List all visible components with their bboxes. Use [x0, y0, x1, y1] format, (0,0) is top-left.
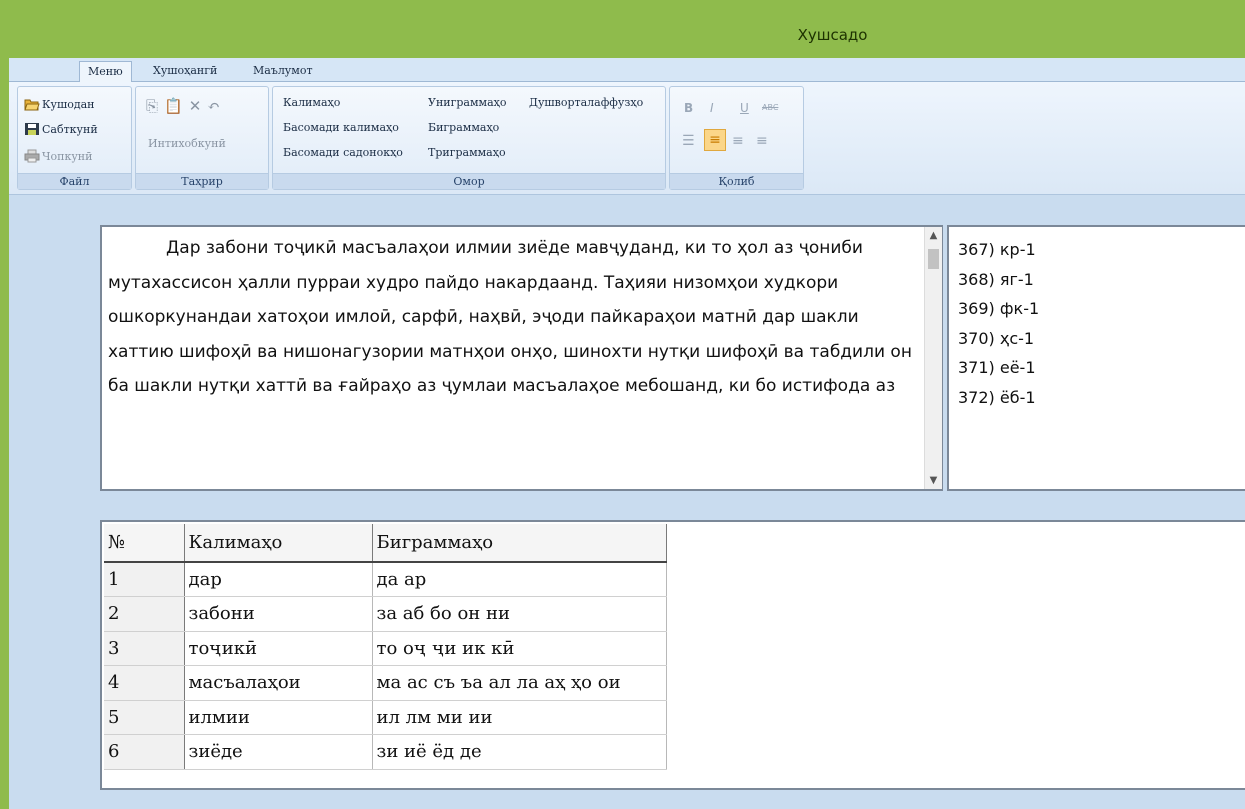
trigrams-button[interactable]: Триграммаҳо [428, 146, 506, 160]
tab-info[interactable]: Маълумот [245, 61, 321, 82]
delete-icon[interactable]: ✕ [189, 97, 202, 115]
bold-button[interactable]: B [684, 101, 693, 115]
row-number: 2 [104, 596, 185, 632]
scroll-down-icon[interactable]: ▼ [925, 472, 942, 489]
word-cell: тоҷикӣ [184, 631, 373, 666]
results-table-panel: № Калимаҳо Биграммаҳо 1 дар да ар 2 забо… [100, 520, 1245, 790]
bigrams-cell: ил лм ми ии [372, 700, 667, 735]
paste-icon[interactable]: 📋 [164, 97, 183, 115]
words-button[interactable]: Калимаҳо [283, 96, 340, 110]
scroll-thumb[interactable] [928, 249, 939, 269]
table-row[interactable]: 6 зиёде зи иё ёд де [104, 734, 667, 770]
group-format-label: Қолиб [670, 173, 803, 189]
italic-button[interactable]: I [710, 101, 714, 115]
word-cell: масъалаҳои [184, 665, 373, 701]
window-title: Хушсадо [797, 26, 868, 44]
word-cell: забони [184, 596, 373, 632]
word-cell: илмии [184, 700, 373, 735]
column-header-words[interactable]: Калимаҳо [184, 524, 373, 563]
align-left-icon[interactable]: ≡ [704, 129, 726, 151]
table-row[interactable]: 4 масъалаҳои ма ас съ ъа ал ла аҳ ҳо ои [104, 665, 667, 701]
tab-menu[interactable]: Меню [79, 61, 132, 83]
list-item[interactable]: 370) ҳс-1 [958, 324, 1039, 354]
group-file-label: Файл [18, 173, 131, 189]
table-row[interactable]: 5 илмии ил лм ми ии [104, 700, 667, 735]
list-item[interactable]: 371) её-1 [958, 353, 1039, 383]
bigrams-cell: то оҷ ҷи ик кӣ [372, 631, 667, 666]
open-button[interactable]: Кушодан [24, 97, 95, 112]
printer-icon [24, 149, 40, 163]
strikethrough-button[interactable]: ABC [762, 103, 778, 112]
column-header-number[interactable]: № [104, 524, 185, 563]
edit-icons: ⎘ 📋 ✕ ↶ [146, 97, 220, 115]
group-file: Кушодан Сабткунӣ Чопкунӣ Файл [17, 86, 132, 190]
word-cell: зиёде [184, 734, 373, 770]
hard-words-button[interactable]: Душворталаффузҳо [529, 96, 643, 110]
folder-open-icon [24, 99, 40, 111]
scroll-up-icon[interactable]: ▲ [925, 227, 942, 244]
ribbon-tabs: Меню Хушоҳангӣ Маълумот [9, 58, 1245, 83]
window-border [0, 0, 9, 809]
bigrams-cell: зи иё ёд де [372, 734, 667, 770]
save-icon [25, 123, 39, 135]
list-item[interactable]: 368) яг-1 [958, 265, 1039, 295]
group-edit: ⎘ 📋 ✕ ↶ Интихобкунӣ Таҳрир [135, 86, 269, 190]
group-stats-label: Омор [273, 173, 665, 189]
save-button[interactable]: Сабткунӣ [24, 122, 98, 137]
bigrams-cell: ма ас съ ъа ал ла аҳ ҳо ои [372, 665, 667, 701]
list-item[interactable]: 372) ёб-1 [958, 383, 1039, 413]
undo-icon[interactable]: ↶ [207, 97, 220, 115]
select-all-button[interactable]: Интихобкунӣ [148, 137, 226, 151]
results-table: № Калимаҳо Биграммаҳо 1 дар да ар 2 забо… [104, 524, 667, 770]
column-header-bigrams[interactable]: Биграммаҳо [372, 524, 667, 563]
sound-frequency-button[interactable]: Басомади садонокҳо [283, 146, 403, 160]
print-button[interactable]: Чопкунӣ [24, 149, 92, 164]
group-edit-label: Таҳрир [136, 173, 268, 189]
group-format: B I U ABC ☰ ≡ ≡ ≡ Қолиб [669, 86, 804, 190]
text-editor[interactable]: Дар забони тоҷикӣ масъалаҳои илмии зиёде… [100, 225, 943, 491]
table-row[interactable]: 2 забони за аб бо он ни [104, 596, 667, 632]
list-item[interactable]: 369) фк-1 [958, 294, 1039, 324]
editor-paragraph: Дар забони тоҷикӣ масъалаҳои илмии зиёде… [108, 238, 912, 396]
word-cell: дар [184, 562, 373, 597]
table-row[interactable]: 1 дар да ар [104, 562, 667, 597]
copy-icon[interactable]: ⎘ [146, 97, 158, 115]
list-item[interactable]: 367) кр-1 [958, 235, 1039, 265]
bigrams-button[interactable]: Биграммаҳо [428, 121, 499, 135]
row-number: 1 [104, 562, 185, 597]
unigrams-button[interactable]: Униграммаҳо [428, 96, 506, 110]
editor-content[interactable]: Дар забони тоҷикӣ масъалаҳои илмии зиёде… [108, 231, 920, 487]
bigrams-cell: за аб бо он ни [372, 596, 667, 632]
row-number: 3 [104, 631, 185, 666]
table-row[interactable]: 3 тоҷикӣ то оҷ ҷи ик кӣ [104, 631, 667, 666]
tab-music[interactable]: Хушоҳангӣ [145, 61, 225, 82]
underline-button[interactable]: U [740, 101, 749, 115]
row-number: 4 [104, 665, 185, 701]
group-stats: Калимаҳо Басомади калимаҳо Басомади садо… [272, 86, 666, 190]
bullet-list-icon[interactable]: ☰ [682, 133, 695, 149]
align-right-icon[interactable]: ≡ [756, 133, 768, 149]
editor-scrollbar[interactable]: ▲ ▼ [924, 227, 942, 489]
ribbon: Кушодан Сабткунӣ Чопкунӣ Файл ⎘ 📋 ✕ ↶ Интих… [9, 82, 1245, 195]
bigram-list[interactable]: 367) кр-1 368) яг-1 369) фк-1 370) ҳс-1 … [947, 225, 1245, 491]
align-center-icon[interactable]: ≡ [732, 133, 744, 149]
title-bar[interactable]: Хушсадо [0, 0, 1245, 58]
row-number: 6 [104, 734, 185, 770]
word-frequency-button[interactable]: Басомади калимаҳо [283, 121, 399, 135]
bigrams-cell: да ар [372, 562, 667, 597]
row-number: 5 [104, 700, 185, 735]
